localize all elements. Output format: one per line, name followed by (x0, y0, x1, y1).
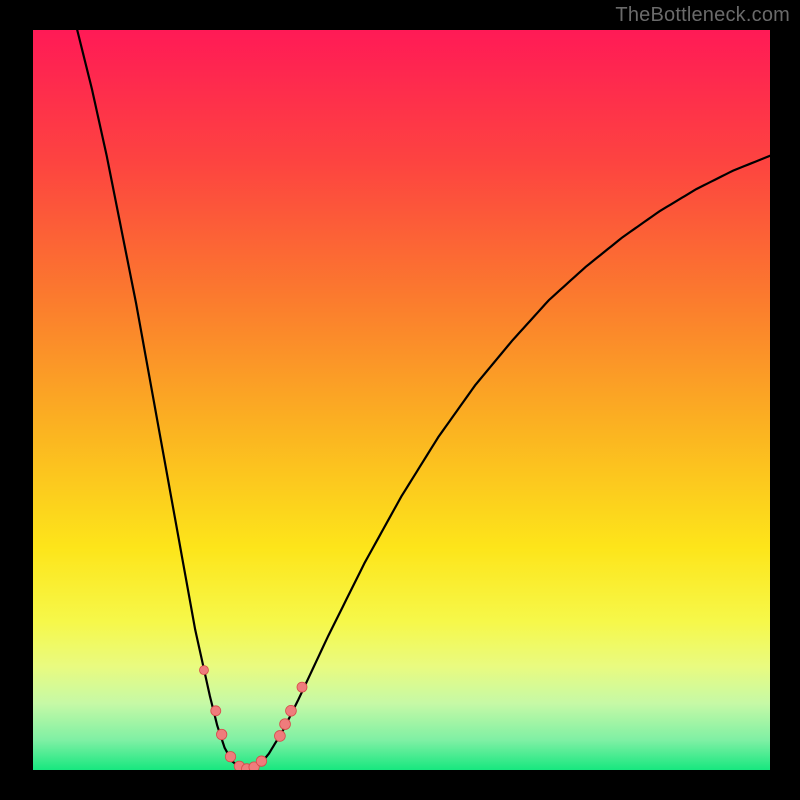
marker-dot (297, 682, 307, 692)
watermark-label: TheBottleneck.com (615, 4, 790, 27)
marker-dot (199, 666, 208, 675)
marker-dot (286, 705, 297, 716)
marker-dot (211, 706, 221, 716)
bottleneck-chart (0, 0, 800, 800)
marker-dot (216, 729, 226, 739)
marker-dot (274, 731, 285, 742)
marker-dot (225, 751, 235, 761)
gradient-background (33, 30, 770, 770)
marker-dot (280, 719, 291, 730)
marker-dot (256, 756, 266, 766)
chart-stage: TheBottleneck.com (0, 0, 800, 800)
